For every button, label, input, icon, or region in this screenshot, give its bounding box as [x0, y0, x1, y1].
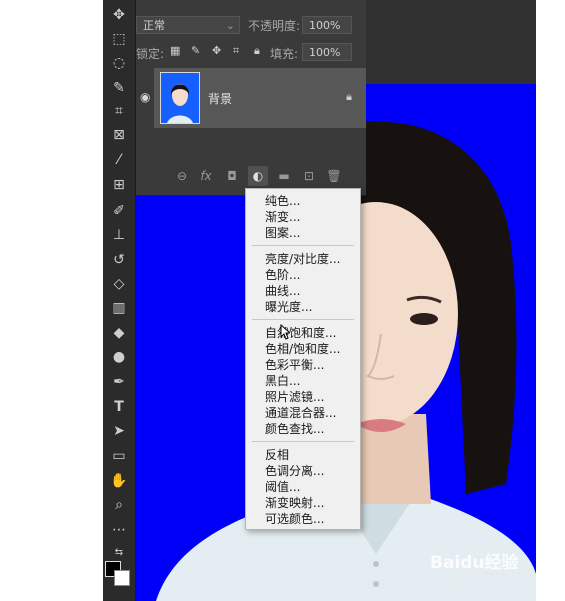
link-layers-icon[interactable]: ⊖ [172, 166, 192, 186]
left-margin [0, 0, 103, 601]
menu-separator [252, 245, 354, 246]
menu-item-brightness-contrast[interactable]: 亮度/对比度... [265, 251, 341, 267]
mouse-cursor-icon [280, 324, 290, 340]
type-tool-icon[interactable]: T [107, 396, 131, 418]
menu-item-vibrance[interactable]: 自然饱和度... [265, 325, 336, 341]
rectangle-tool-icon[interactable]: ▭ [107, 445, 131, 467]
menu-item-solid-color[interactable]: 纯色... [265, 193, 300, 209]
menu-separator [252, 319, 354, 320]
fill-label: 填充: [270, 47, 299, 61]
marquee-tool-icon[interactable]: ⬚ [107, 28, 131, 50]
opacity-label: 不透明度: [248, 19, 301, 33]
layers-panel: 正常 ⌄ 不透明度: 100% 锁定: ▦ ✎ ✥ ⌗ 🔒︎ 填充: 100% … [136, 0, 366, 196]
path-select-tool-icon[interactable]: ➤ [107, 420, 131, 442]
menu-item-posterize[interactable]: 色调分离... [265, 463, 324, 479]
lock-label: 锁定: [136, 47, 165, 61]
menu-item-channel-mixer[interactable]: 通道混合器... [265, 405, 336, 421]
layers-bottom-bar: ⊖ fx ◘ ◐ ▬ ⊡ 🗑︎ [136, 166, 366, 188]
menu-item-levels[interactable]: 色阶... [265, 267, 300, 283]
menu-item-color-balance[interactable]: 色彩平衡... [265, 357, 324, 373]
eye-icon[interactable]: ◉ [140, 90, 150, 104]
watermark-url: jingyan.baidu.com [448, 570, 532, 580]
blend-mode-select[interactable]: 正常 ⌄ [136, 16, 240, 34]
move-tool-icon[interactable]: ✥ [107, 4, 131, 26]
zoom-tool-icon[interactable]: ⌕ [107, 494, 131, 516]
new-group-icon[interactable]: ▬ [274, 166, 294, 186]
tools-panel: ✥ ⬚ ◌ ✎ ⌗ ⊠ ⁄ ⊞ ✐ ⊥ ↺ ◇ ▥ ◆ ● ✒ T ➤ ▭ ✋ … [103, 0, 136, 601]
healing-brush-tool-icon[interactable]: ⊞ [107, 174, 131, 196]
layer-row-background[interactable]: ◉ 背景 🔒︎ [140, 68, 366, 128]
menu-item-invert[interactable]: 反相 [265, 447, 289, 463]
menu-item-selective-color[interactable]: 可选颜色... [265, 511, 324, 527]
adjustment-layer-icon[interactable]: ◐ [248, 166, 268, 186]
menu-item-photo-filter[interactable]: 照片滤镜... [265, 389, 324, 405]
lock-artboard-icon[interactable]: ⌗ [233, 44, 239, 58]
lock-pixels-icon[interactable]: ▦ [170, 44, 180, 57]
eyedropper-tool-icon[interactable]: ⁄ [107, 149, 131, 171]
crop-tool-icon[interactable]: ⌗ [107, 100, 131, 122]
gradient-tool-icon[interactable]: ▥ [107, 297, 131, 319]
more-tools-icon[interactable]: ⋯ [107, 519, 131, 541]
swap-colors-icon[interactable]: ⇆ [107, 541, 131, 563]
lock-position-icon[interactable]: ✥ [212, 44, 221, 57]
menu-item-curves[interactable]: 曲线... [265, 283, 300, 299]
menu-separator [252, 441, 354, 442]
panel-top-strip [136, 0, 366, 10]
chevron-down-icon: ⌄ [225, 19, 235, 32]
brush-tool-icon[interactable]: ✐ [107, 200, 131, 222]
pen-tool-icon[interactable]: ✒ [107, 371, 131, 393]
lock-paint-icon[interactable]: ✎ [191, 44, 200, 57]
layer-lock-icon: 🔒︎ [346, 90, 352, 103]
lasso-tool-icon[interactable]: ◌ [107, 52, 131, 74]
quick-select-tool-icon[interactable]: ✎ [107, 77, 131, 99]
menu-item-gradient-map[interactable]: 渐变映射... [265, 495, 324, 511]
fill-input[interactable]: 100% [302, 43, 352, 61]
menu-item-color-lookup[interactable]: 颜色查找... [265, 421, 324, 437]
menu-item-black-white[interactable]: 黑白... [265, 373, 300, 389]
menu-item-exposure[interactable]: 曝光度... [265, 299, 312, 315]
menu-item-pattern[interactable]: 图案... [265, 225, 300, 241]
frame-tool-icon[interactable]: ⊠ [107, 124, 131, 146]
opacity-input[interactable]: 100% [302, 16, 352, 34]
trash-icon[interactable]: 🗑︎ [324, 166, 344, 186]
fx-icon[interactable]: fx [196, 166, 216, 186]
dodge-tool-icon[interactable]: ● [107, 346, 131, 368]
layer-thumbnail [160, 72, 200, 124]
opacity-value: 100% [309, 19, 341, 32]
layer-name: 背景 [208, 92, 233, 106]
hand-tool-icon[interactable]: ✋ [107, 470, 131, 492]
eraser-tool-icon[interactable]: ◇ [107, 273, 131, 295]
new-layer-icon[interactable]: ⊡ [299, 166, 319, 186]
stamp-tool-icon[interactable]: ⊥ [107, 224, 131, 246]
layer-mask-icon[interactable]: ◘ [222, 166, 242, 186]
blend-mode-value: 正常 [143, 19, 165, 32]
menu-item-gradient[interactable]: 渐变... [265, 209, 300, 225]
lock-all-icon[interactable]: 🔒︎ [254, 44, 260, 58]
fill-value: 100% [309, 46, 341, 59]
right-margin [536, 0, 565, 601]
menu-item-hue-saturation[interactable]: 色相/饱和度... [265, 341, 341, 357]
menu-item-threshold[interactable]: 阈值... [265, 479, 300, 495]
blur-tool-icon[interactable]: ◆ [107, 322, 131, 344]
background-color-swatch[interactable] [114, 570, 130, 586]
adjustment-layer-menu: 纯色... 渐变... 图案... 亮度/对比度... 色阶... 曲线... … [245, 188, 361, 530]
history-brush-tool-icon[interactable]: ↺ [107, 249, 131, 271]
